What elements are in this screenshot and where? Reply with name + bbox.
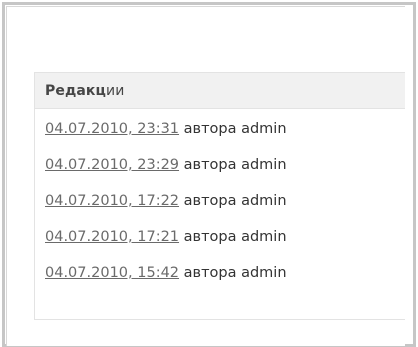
panel-title-bold: Редакц <box>45 82 106 99</box>
panel-title: Редакции <box>45 83 124 99</box>
revision-author: автора admin <box>179 229 287 245</box>
revisions-list: 04.07.2010, 23:31 автора admin 04.07.201… <box>35 109 405 299</box>
revision-item: 04.07.2010, 23:29 автора admin <box>45 155 405 191</box>
revision-item: 04.07.2010, 23:31 автора admin <box>45 119 405 155</box>
revision-item: 04.07.2010, 15:42 автора admin <box>45 263 405 299</box>
revision-item: 04.07.2010, 17:21 автора admin <box>45 227 405 263</box>
revision-author: автора admin <box>179 265 287 281</box>
revision-link[interactable]: 04.07.2010, 23:29 <box>45 157 179 173</box>
panel-title-rest: ии <box>106 82 125 99</box>
revision-author: автора admin <box>179 193 287 209</box>
revision-author: автора admin <box>179 121 287 137</box>
revision-link[interactable]: 04.07.2010, 23:31 <box>45 121 179 137</box>
revision-author: автора admin <box>179 157 287 173</box>
revision-link[interactable]: 04.07.2010, 15:42 <box>45 265 179 281</box>
revision-link[interactable]: 04.07.2010, 17:22 <box>45 193 179 209</box>
revision-link[interactable]: 04.07.2010, 17:21 <box>45 229 179 245</box>
revisions-panel: Редакции 04.07.2010, 23:31 автора admin … <box>34 72 405 320</box>
revision-item: 04.07.2010, 17:22 автора admin <box>45 191 405 227</box>
revisions-panel-header: Редакции <box>35 73 405 109</box>
